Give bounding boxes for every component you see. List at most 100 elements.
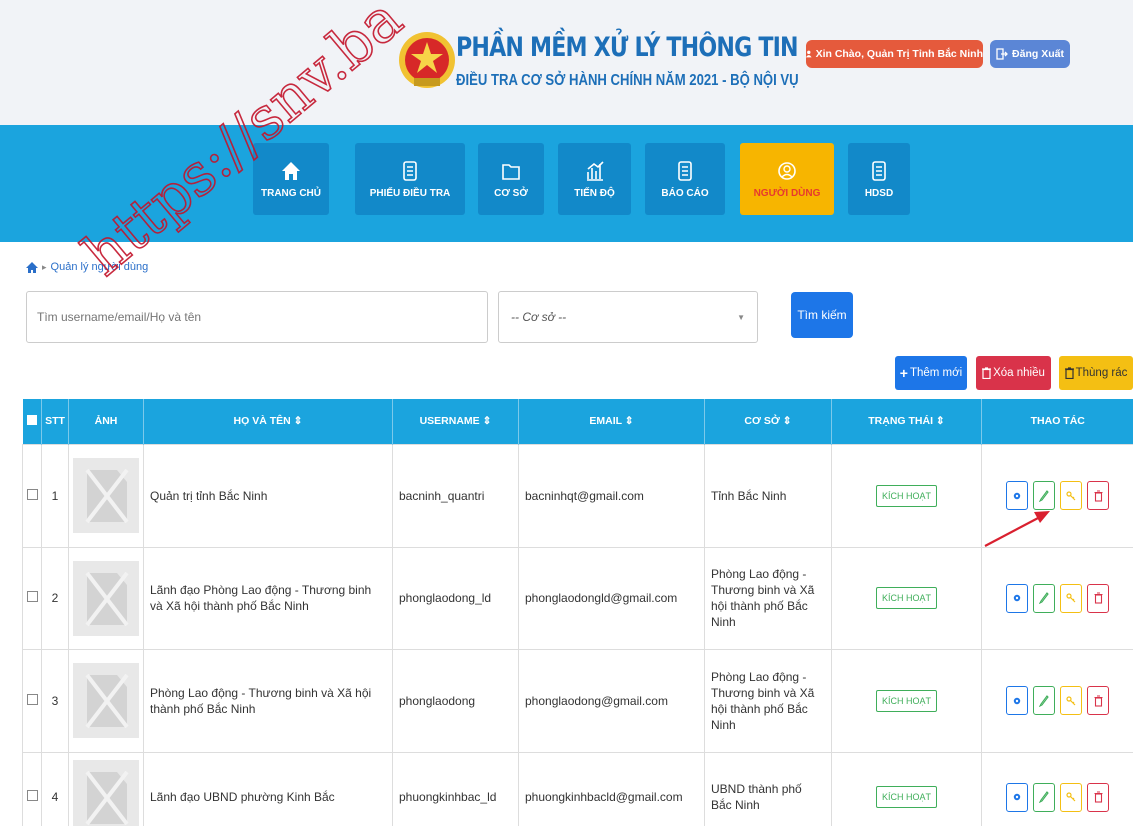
trash-icon (982, 367, 992, 379)
edit-button[interactable] (1033, 686, 1055, 715)
key-icon (1066, 695, 1076, 705)
column-header-stt: STT (41, 399, 69, 444)
table-row: 3 Phòng Lao động - Thương binh và Xã hội… (22, 648, 1133, 753)
delete-many-button[interactable]: Xóa nhiều (976, 356, 1051, 390)
status-cell: KÍCH HOẠT (831, 546, 982, 650)
delete-button[interactable] (1087, 583, 1109, 613)
delete-many-label: Xóa nhiều (993, 367, 1045, 379)
breadcrumb-current[interactable]: Quản lý người dùng (51, 261, 149, 273)
nav-item-manual[interactable]: HDSD (848, 143, 910, 215)
avatar-cell (68, 751, 144, 826)
edit-button[interactable] (1033, 782, 1055, 812)
user-username: phuongkinhbac_ld (392, 751, 519, 826)
trash-bin-label: Thùng rác (1075, 367, 1128, 379)
user-username: phonglaodong_ld (392, 546, 519, 650)
nav-item-progress[interactable]: TIẾN ĐỘ (558, 143, 631, 215)
row-stt: 2 (41, 546, 69, 650)
actions-cell (981, 648, 1133, 753)
table-row: 2 Lãnh đạo Phòng Lao động - Thương binh … (22, 546, 1133, 650)
edit-button[interactable] (1033, 583, 1055, 613)
nav-label: BÁO CÁO (661, 187, 709, 199)
settings-button[interactable] (1006, 686, 1028, 715)
logout-label: Đăng Xuất (1012, 48, 1064, 60)
settings-button[interactable] (1006, 481, 1028, 510)
user-full-name: Lãnh đạo UBND phường Kinh Bắc (143, 751, 393, 826)
nav-item-report[interactable]: BÁO CÁO (645, 143, 725, 215)
user-unit: UBND thành phố Bắc Ninh (704, 751, 832, 826)
user-full-name: Quản trị tỉnh Bắc Ninh (143, 443, 393, 548)
user-unit: Phòng Lao động - Thương binh và Xã hội t… (704, 648, 832, 753)
select-all-checkbox[interactable] (22, 399, 42, 444)
nav-label: CƠ SỞ (494, 187, 528, 199)
trash-icon (1094, 791, 1102, 803)
user-icon (778, 161, 796, 180)
column-header-username[interactable]: USERNAME ⇕ (392, 399, 519, 444)
app-subtitle: ĐIỀU TRA CƠ SỞ HÀNH CHÍNH NĂM 2021 - BỘ … (456, 72, 799, 89)
pencil-icon (1039, 489, 1049, 502)
user-unit: Tỉnh Bắc Ninh (704, 443, 832, 548)
actions-cell (981, 546, 1133, 650)
nav-label: TIẾN ĐỘ (574, 187, 615, 199)
reset-password-button[interactable] (1060, 686, 1082, 715)
column-header-avatar: ẢNH (68, 399, 144, 444)
reset-password-button[interactable] (1060, 583, 1082, 613)
row-stt: 1 (41, 443, 69, 548)
status-cell: KÍCH HOẠT (831, 751, 982, 826)
status-cell: KÍCH HOẠT (831, 443, 982, 548)
status-badge[interactable]: KÍCH HOẠT (875, 484, 937, 507)
column-header-unit[interactable]: CƠ SỞ ⇕ (704, 399, 832, 444)
greeting-button[interactable]: Xin Chào, Quản Trị Tỉnh Bắc Ninh (806, 40, 983, 68)
home-icon[interactable] (26, 261, 38, 273)
trash-bin-button[interactable]: Thùng rác (1059, 356, 1133, 390)
settings-button[interactable] (1006, 782, 1028, 812)
avatar-cell (68, 648, 144, 753)
nav-label: TRANG CHỦ (261, 187, 321, 199)
chevron-right-icon: ▸ (42, 261, 47, 272)
row-checkbox[interactable] (26, 488, 38, 500)
avatar-cell (68, 443, 144, 548)
plus-icon: + (899, 365, 908, 381)
logout-button[interactable]: Đăng Xuất (990, 40, 1070, 68)
user-email: phuongkinhbacld@gmail.com (518, 751, 705, 826)
unit-select[interactable]: -- Cơ sở -- ▼ (498, 291, 758, 343)
reset-password-button[interactable] (1060, 481, 1082, 510)
user-unit: Phòng Lao động - Thương binh và Xã hội t… (704, 546, 832, 650)
pencil-icon (1039, 791, 1049, 803)
settings-button[interactable] (1006, 583, 1028, 613)
search-input[interactable] (26, 291, 488, 343)
logout-icon (996, 48, 1008, 60)
user-icon (806, 50, 812, 58)
edit-button[interactable] (1033, 481, 1055, 510)
avatar-placeholder-icon (73, 458, 139, 533)
row-checkbox[interactable] (26, 790, 38, 801)
status-cell: KÍCH HOẠT (831, 648, 982, 753)
delete-button[interactable] (1087, 686, 1109, 715)
avatar-cell (68, 546, 144, 650)
row-checkbox[interactable] (26, 693, 38, 705)
reset-password-button[interactable] (1060, 782, 1082, 812)
nav-item-unit[interactable]: CƠ SỞ (478, 143, 544, 215)
avatar-placeholder-icon (73, 560, 139, 636)
trash-icon (1094, 694, 1102, 707)
actions-cell (981, 443, 1133, 548)
nav-item-survey[interactable]: PHIẾU ĐIỀU TRA (355, 143, 465, 215)
column-header-email[interactable]: EMAIL ⇕ (518, 399, 705, 444)
status-badge[interactable]: KÍCH HOẠT (875, 786, 937, 808)
nav-item-users[interactable]: NGƯỜI DÙNG (740, 143, 834, 215)
greeting-label: Xin Chào, Quản Trị Tỉnh Bắc Ninh (815, 48, 983, 60)
breadcrumb: ▸ Quản lý người dùng (26, 261, 148, 273)
delete-button[interactable] (1087, 782, 1109, 812)
nav-item-home[interactable]: TRANG CHỦ (253, 143, 329, 215)
delete-button[interactable] (1087, 481, 1109, 510)
add-button[interactable]: + Thêm mới (895, 356, 967, 390)
row-checkbox[interactable] (26, 591, 38, 602)
status-badge[interactable]: KÍCH HOẠT (875, 689, 937, 712)
row-checkbox-cell (22, 648, 42, 753)
column-header-status[interactable]: TRẠNG THÁI ⇕ (831, 399, 982, 444)
key-icon (1066, 490, 1076, 500)
search-button[interactable]: Tìm kiếm (791, 292, 853, 338)
status-badge[interactable]: KÍCH HOẠT (875, 587, 937, 609)
column-header-name[interactable]: HỌ VÀ TÊN ⇕ (143, 399, 393, 444)
nav-label: NGƯỜI DÙNG (753, 187, 821, 199)
key-icon (1066, 593, 1076, 603)
